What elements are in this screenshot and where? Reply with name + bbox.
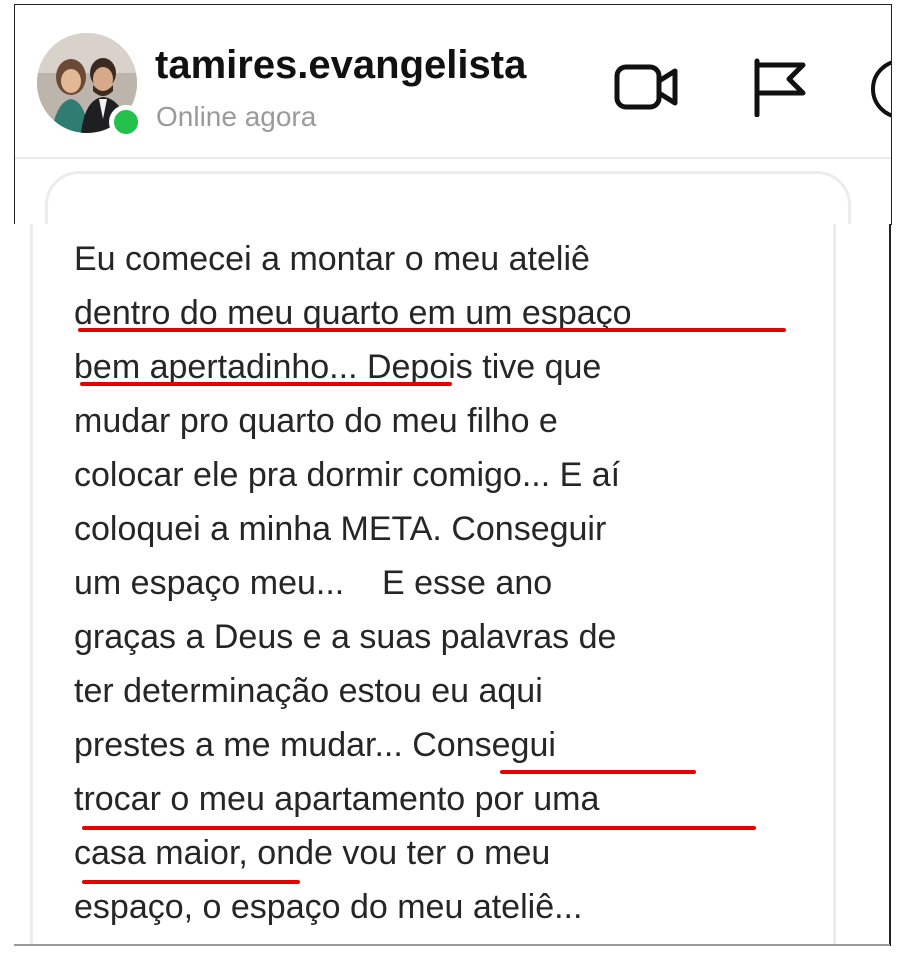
profile-avatar[interactable] <box>37 33 143 139</box>
highlight-underline <box>82 880 300 884</box>
screenshot-frame: tamires.evangelista Online agora Eu come… <box>0 0 898 963</box>
message-line: Eu comecei a montar o meu ateliê <box>74 240 590 278</box>
username[interactable]: tamires.evangelista <box>155 43 526 88</box>
message-line: trocar o meu apartamento por uma <box>74 780 600 818</box>
message-line: prestes a me mudar... Consegui <box>74 726 556 764</box>
online-status-dot <box>109 105 143 139</box>
message-line: graças a Deus e a suas palavras de <box>74 618 617 656</box>
highlight-underline <box>500 770 696 774</box>
info-icon <box>871 60 891 118</box>
message-line: colocar ele pra dormir comigo... E aí <box>74 456 621 494</box>
highlight-underline <box>78 328 786 332</box>
report-button[interactable] <box>749 57 819 118</box>
crop-border-right <box>889 224 891 946</box>
message-bubble-top <box>45 171 851 225</box>
message-line: coloquei a minha META. Conseguir <box>74 510 607 548</box>
message-line: espaço, o espaço do meu ateliê... <box>74 888 583 926</box>
info-button[interactable] <box>867 57 891 121</box>
flag-icon <box>754 58 806 118</box>
highlight-underline <box>80 382 452 386</box>
crop-border-bottom <box>14 944 890 946</box>
chat-header-card: tamires.evangelista Online agora <box>14 4 892 225</box>
video-camera-icon <box>614 64 678 110</box>
message-line: um espaço meu... E esse ano <box>74 564 553 602</box>
chat-header: tamires.evangelista Online agora <box>15 5 891 159</box>
video-call-button[interactable] <box>613 57 683 117</box>
message-line: ter determinação estou eu aqui <box>74 672 543 710</box>
message-line: mudar pro quarto do meu filho e <box>74 402 558 440</box>
highlight-underline <box>82 826 756 830</box>
message-line: casa maior, onde vou ter o meu <box>74 834 551 872</box>
online-status-text: Online agora <box>156 101 317 132</box>
